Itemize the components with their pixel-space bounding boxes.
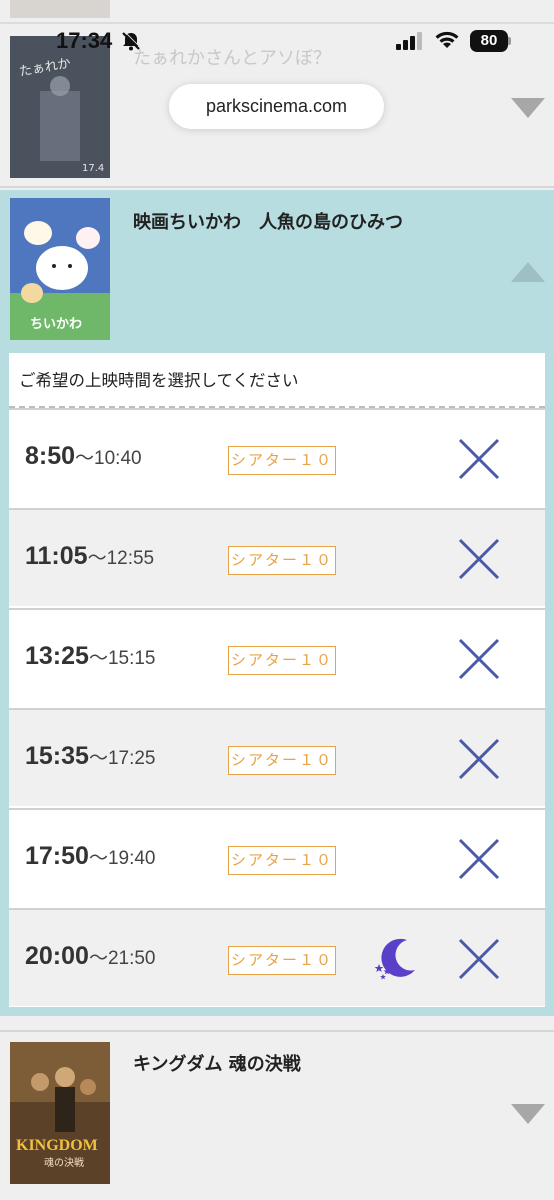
chevron-down-icon[interactable] (511, 1104, 545, 1124)
showtime-row[interactable]: 15:35〜17:25 シアター１０ (9, 708, 545, 806)
showtime-prompt: ご希望の上映時間を選択してください (9, 353, 545, 408)
showtime-end: 〜17:25 (88, 748, 156, 769)
showtime-panel: ご希望の上映時間を選択してください 8:50〜10:40 シアター１０ 11:0… (9, 353, 545, 1007)
showtime-end: 〜15:15 (88, 648, 156, 669)
chevron-down-icon[interactable] (511, 98, 545, 118)
theater-badge: シアター１０ (228, 646, 336, 675)
movie-poster: ちいかわ (10, 198, 110, 340)
showtime-end: 〜10:40 (75, 448, 142, 469)
x-mark-icon (457, 937, 501, 985)
svg-text:魂の決戦: 魂の決戦 (44, 1156, 84, 1169)
svg-text:ちいかわ: ちいかわ (30, 317, 82, 332)
x-mark-icon (457, 437, 501, 485)
x-mark-icon (457, 537, 501, 585)
chevron-up-icon[interactable] (511, 262, 545, 282)
status-time: 17:34 (56, 28, 113, 53)
poster-logo: KINGDOM (16, 1137, 98, 1154)
showtime-row[interactable]: 8:50〜10:40 シアター１０ (9, 408, 545, 506)
x-mark-icon (457, 637, 501, 685)
battery-indicator: 80 (470, 30, 508, 52)
theater-badge: シアター１０ (228, 446, 336, 475)
movie-row-expanded[interactable]: ちいかわ 映画ちいかわ 人魚の島のひみつ ご希望の上映時間を選択してください 8… (0, 190, 554, 1016)
theater-badge: シアター１０ (228, 946, 336, 975)
wifi-icon (434, 30, 460, 54)
x-mark-icon (457, 837, 501, 885)
showtime-start: 11:05〜12:55 (25, 542, 155, 570)
movie-poster: KINGDOM 魂の決戦 (10, 1042, 110, 1184)
poster-date: 17.4 (82, 163, 104, 174)
url-bar[interactable]: parkscinema.com (169, 84, 384, 129)
movie-row[interactable]: KINGDOM 魂の決戦 キングダム 魂の決戦 (0, 1030, 554, 1200)
showtime-end: 〜12:55 (87, 548, 155, 569)
showtime-start: 13:25〜15:15 (25, 642, 156, 670)
status-bar: 17:34 80 (0, 0, 554, 80)
showtime-row[interactable]: 11:05〜12:55 シアター１０ (9, 508, 545, 606)
showtime-row[interactable]: 17:50〜19:40 シアター１０ (9, 808, 545, 906)
theater-badge: シアター１０ (228, 746, 336, 775)
showtime-start: 17:50〜19:40 (25, 842, 156, 870)
x-mark-icon (457, 737, 501, 785)
showtime-start: 15:35〜17:25 (25, 742, 156, 770)
showtime-end: 〜19:40 (88, 848, 156, 869)
showtime-start: 8:50〜10:40 (25, 442, 142, 470)
movie-title[interactable]: キングダム 魂の決戦 (133, 1050, 301, 1076)
movie-title[interactable]: 映画ちいかわ 人魚の島のひみつ (133, 208, 403, 234)
cellular-signal-icon (396, 32, 424, 54)
moon-stars-icon (371, 936, 419, 986)
theater-badge: シアター１０ (228, 846, 336, 875)
battery-nub (508, 37, 511, 45)
theater-badge: シアター１０ (228, 546, 336, 575)
silent-bell-icon (120, 30, 142, 56)
showtime-row[interactable]: 13:25〜15:15 シアター１０ (9, 608, 545, 706)
showtime-row[interactable]: 20:00〜21:50 シアター１０ (9, 908, 545, 1006)
showtime-end: 〜21:50 (88, 948, 156, 969)
showtime-start: 20:00〜21:50 (25, 942, 156, 970)
